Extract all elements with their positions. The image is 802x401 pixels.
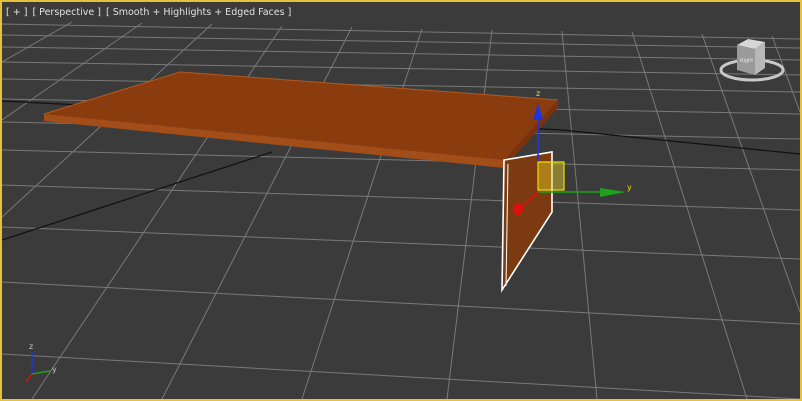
tripod-y-axis — [31, 370, 51, 375]
viewport-menu-plus[interactable]: [ + ] — [6, 7, 27, 18]
viewport-scene[interactable]: z y Right z y — [2, 2, 800, 399]
gizmo-y-label: y — [627, 183, 632, 192]
viewport-shading-menu[interactable]: [ Smooth + Highlights + Edged Faces ] — [106, 7, 291, 18]
home-grid — [2, 21, 800, 399]
perspective-viewport[interactable]: z y Right z y [ + ] [ Perspective ] [ Sm… — [0, 0, 802, 401]
viewport-label: [ + ] [ Perspective ] [ Smooth + Highlig… — [6, 7, 293, 18]
gizmo-z-label: z — [536, 89, 540, 98]
gizmo-x-arrow-icon[interactable] — [513, 203, 523, 215]
viewport-view-menu[interactable]: [ Perspective ] — [32, 7, 100, 18]
tripod-z-label: z — [29, 342, 33, 351]
gizmo-yz-plane-handle[interactable] — [537, 161, 565, 191]
gizmo-y-arrow-icon[interactable] — [600, 188, 626, 197]
viewcube-face-label: Right — [740, 58, 753, 64]
tripod-y-label: y — [52, 365, 57, 374]
tripod-x-axis — [25, 373, 33, 383]
axis-tripod: z y — [25, 342, 57, 383]
